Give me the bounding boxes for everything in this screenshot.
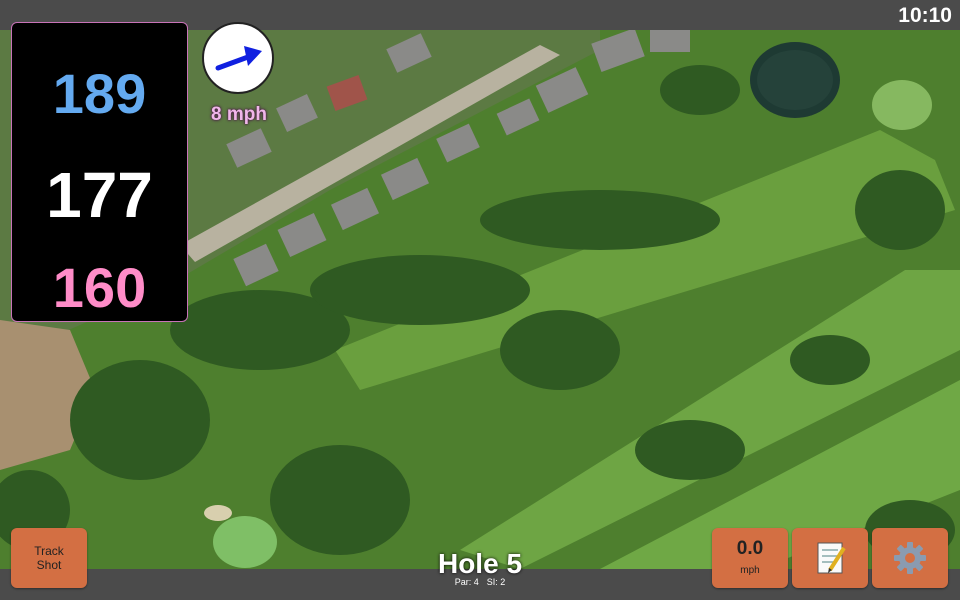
speed-value: 0.0 bbox=[736, 538, 764, 559]
track-shot-label: Track Shot bbox=[34, 544, 64, 572]
hole-stroke-index: SI: 2 bbox=[486, 577, 506, 587]
middle-yardage: 177 bbox=[46, 159, 153, 231]
wind-indicator bbox=[202, 22, 274, 94]
notes-button[interactable] bbox=[792, 528, 868, 588]
hole-info: Par: 4 SI: 2 bbox=[380, 577, 580, 587]
gear-icon bbox=[894, 542, 926, 574]
clock: 10:10 bbox=[898, 4, 952, 27]
arrow-right-up-icon bbox=[215, 46, 262, 71]
hole-title: Hole 5 bbox=[437, 548, 523, 579]
back-yardage: 189 bbox=[52, 62, 147, 125]
hole-par: Par: 4 bbox=[454, 577, 479, 587]
settings-button[interactable] bbox=[872, 528, 948, 588]
notepad-icon bbox=[817, 542, 846, 574]
front-yardage: 160 bbox=[52, 256, 147, 319]
speed-unit: mph bbox=[740, 565, 760, 576]
speed-button[interactable]: 0.0 mph bbox=[712, 528, 788, 588]
wind-speed: 8 mph bbox=[211, 104, 267, 125]
track-shot-button[interactable]: Track Shot bbox=[11, 528, 87, 588]
yardage-panel: 189 177 160 bbox=[11, 22, 188, 322]
